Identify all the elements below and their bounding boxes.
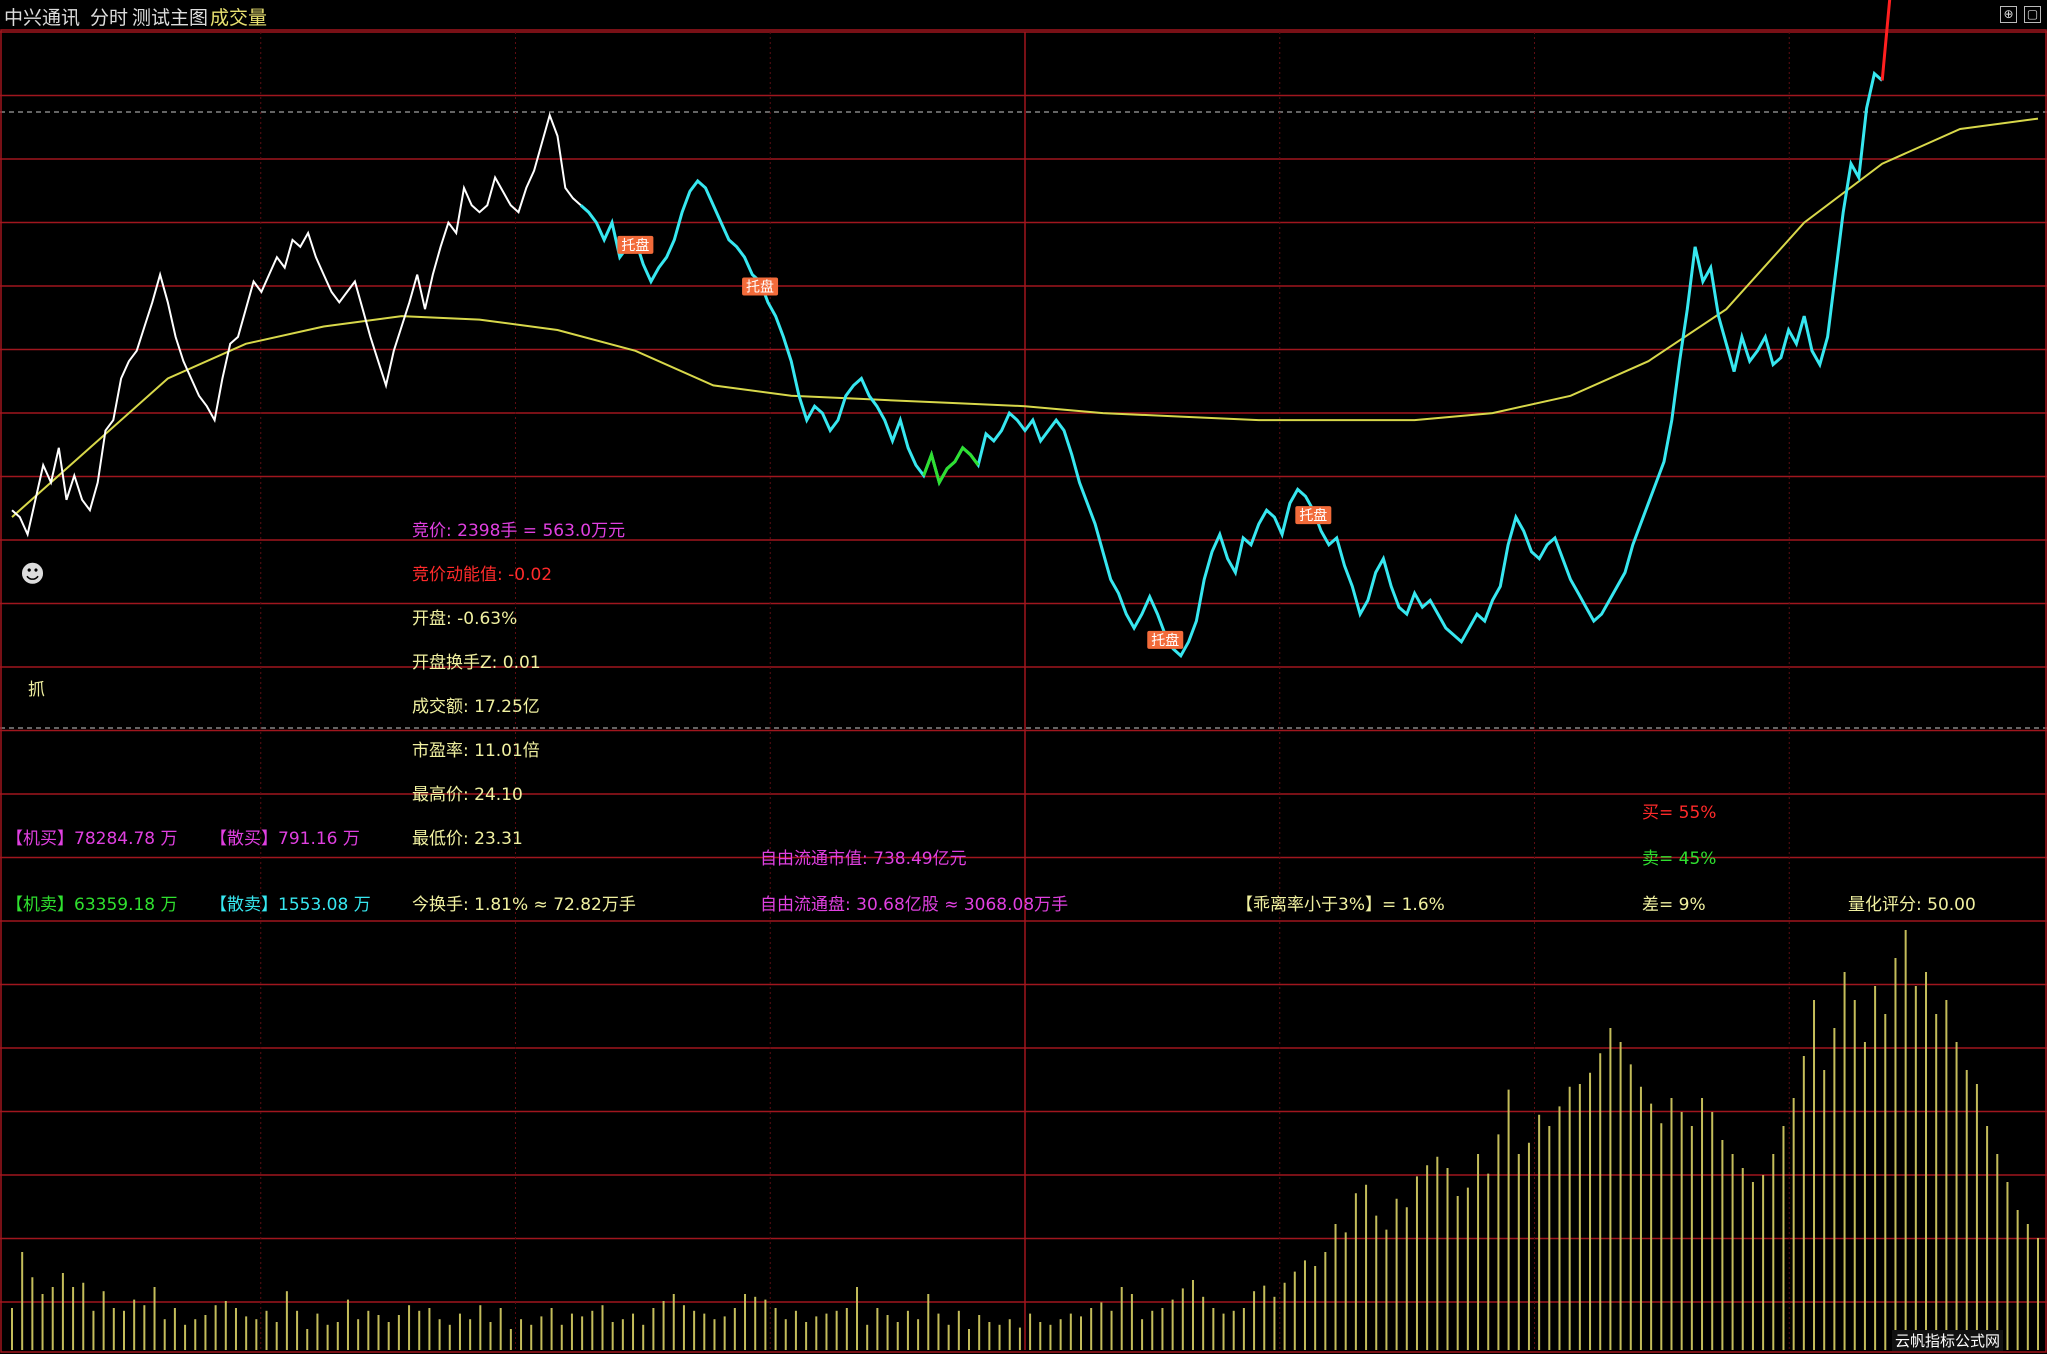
sell-pct: 卖= 45% [1642, 849, 1717, 869]
window-icon[interactable]: ▢ [2024, 6, 2041, 23]
turnover-today: 今换手: 1.81% ≈ 72.82万手 [412, 895, 636, 915]
inst-buy: 【机买】78284.78 万 [6, 829, 178, 849]
zoom-icon[interactable]: ⊕ [2000, 6, 2017, 23]
retail-buy: 【散买】791.16 万 [210, 829, 360, 849]
tuopan-marker: 托盘 [1295, 506, 1332, 525]
tuopan-text: 托盘 [621, 237, 649, 254]
diff-pct: 差= 9% [1642, 895, 1706, 915]
retail-sell: 【散卖】1553.08 万 [210, 895, 371, 915]
tuopan-text: 托盘 [746, 278, 774, 295]
open-pct: 开盘: -0.63% [412, 609, 518, 629]
tab-intraday[interactable]: 分时 [90, 3, 128, 30]
buy-pct: 买= 55% [1642, 803, 1717, 823]
tab-main-chart[interactable]: 测试主图 [132, 3, 208, 30]
tuopan-marker: 托盘 [617, 235, 654, 254]
tuopan-text: 托盘 [1299, 507, 1327, 524]
smiley-icon: ☻ [20, 560, 46, 588]
pe-ratio: 市盈率: 11.01倍 [412, 741, 540, 761]
grab-label: 抓 [28, 680, 45, 700]
stock-name[interactable]: 中兴通讯 [4, 3, 80, 30]
tab-volume[interactable]: 成交量 [210, 3, 267, 30]
low-price: 最低价: 23.31 [412, 829, 523, 849]
tuopan-text: 托盘 [1151, 632, 1179, 649]
quant-score: 量化评分: 50.00 [1848, 895, 1976, 915]
free-float-mcap: 自由流通市值: 738.49亿元 [760, 849, 967, 869]
bid-energy: 竞价动能值: -0.02 [412, 565, 553, 585]
watermark: 云帆指标公式网 [1892, 1330, 2004, 1351]
amount: 成交额: 17.25亿 [412, 697, 540, 717]
open-turnover: 开盘换手Z: 0.01 [412, 653, 541, 673]
bid-price: 竞价: 2398手 = 563.0万元 [412, 521, 626, 541]
inst-sell: 【机卖】63359.18 万 [6, 895, 178, 915]
tuopan-marker: 托盘 [742, 277, 779, 296]
tuopan-marker: 托盘 [1147, 630, 1184, 649]
free-float: 自由流通盘: 30.68亿股 ≈ 3068.08万手 [760, 895, 1069, 915]
deviation-rate: 【乖离率小于3%】= 1.6% [1236, 895, 1445, 915]
intraday-chart: 托盘托盘托盘托盘—分时起爆—分时起爆 [0, 0, 2047, 1354]
high-price: 最高价: 24.10 [412, 785, 523, 805]
